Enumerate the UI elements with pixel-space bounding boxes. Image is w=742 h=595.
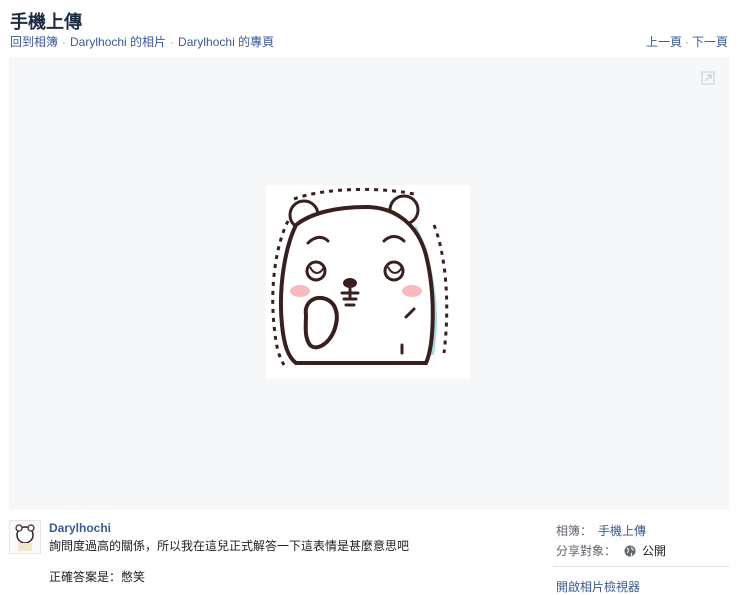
bear-sticker-illustration <box>271 187 449 366</box>
expand-icon[interactable] <box>701 71 715 85</box>
photo-stage <box>9 57 729 510</box>
album-info: 相簿： 手機上傳 <box>556 522 646 539</box>
breadcrumb-separator: · <box>62 35 67 49</box>
album-label: 相簿： <box>556 524 593 538</box>
open-photo-viewer-link[interactable]: 開啟相片檢視器 <box>556 578 640 595</box>
post-author-link[interactable]: Darylhochi <box>49 521 111 535</box>
breadcrumb: 回到相簿 · Darylhochi 的相片 · Darylhochi 的專頁 <box>10 33 274 50</box>
share-label: 分享對象： <box>556 544 617 558</box>
divider <box>553 566 729 567</box>
avatar[interactable] <box>9 520 41 554</box>
privacy-info: 分享對象： 公開 <box>556 542 666 560</box>
photo-pager: 上一頁 · 下一頁 <box>646 33 728 50</box>
prev-photo-link[interactable]: 上一頁 <box>646 35 682 49</box>
breadcrumb-back-to-album[interactable]: 回到相簿 <box>10 35 58 49</box>
share-value[interactable]: 公開 <box>642 544 666 558</box>
photo-image[interactable] <box>266 185 470 379</box>
breadcrumb-user-photos[interactable]: Darylhochi 的相片 <box>70 35 166 49</box>
breadcrumb-user-page[interactable]: Darylhochi 的專頁 <box>178 35 274 49</box>
globe-icon[interactable] <box>624 545 636 560</box>
next-photo-link[interactable]: 下一頁 <box>692 35 728 49</box>
album-link[interactable]: 手機上傳 <box>598 524 646 538</box>
photo-description-line-1: 詢問度過高的關係，所以我在這兒正式解答一下這表情是甚麼意思吧 <box>49 539 410 553</box>
pager-separator: · <box>684 35 689 49</box>
page-title: 手機上傳 <box>10 12 82 32</box>
breadcrumb-separator: · <box>170 35 175 49</box>
photo-description-line-2: 正確答案是：憋笑 <box>49 570 146 584</box>
